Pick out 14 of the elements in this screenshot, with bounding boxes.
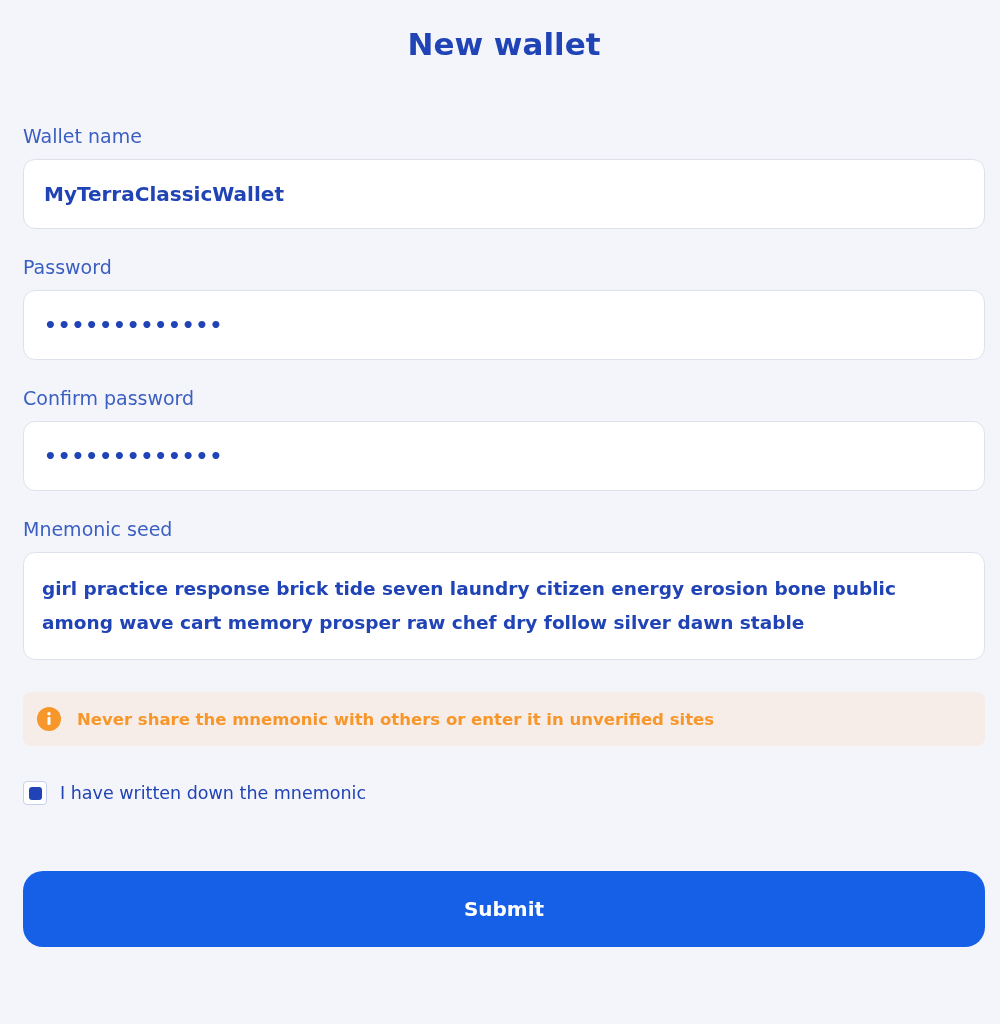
field-label: Wallet name bbox=[23, 124, 143, 148]
page-title: New wallet bbox=[406, 25, 602, 64]
warning-text: Never share the mnemonic with others or enter it in unverified sites bbox=[77, 709, 715, 729]
field-label: Confirm password bbox=[23, 386, 196, 410]
input-field[interactable]: MyTerraClassicWallet bbox=[23, 159, 985, 229]
checkbox-label: I have written down the mnemonic bbox=[60, 783, 367, 803]
password-field[interactable]: ••••••••••••• bbox=[23, 421, 985, 491]
submit-button[interactable]: Submit bbox=[23, 871, 985, 947]
textarea-field[interactable]: girl practice response brick tide seven laundry citizen energy erosion bone public among wave cart memory prosper raw chef dry follow silver dawn stable bbox=[23, 552, 985, 660]
checkbox[interactable] bbox=[23, 781, 47, 805]
info-icon bbox=[37, 707, 61, 731]
field-label: Password bbox=[23, 255, 113, 279]
password-field[interactable]: ••••••••••••• bbox=[23, 290, 985, 360]
field-label: Mnemonic seed bbox=[23, 517, 174, 541]
